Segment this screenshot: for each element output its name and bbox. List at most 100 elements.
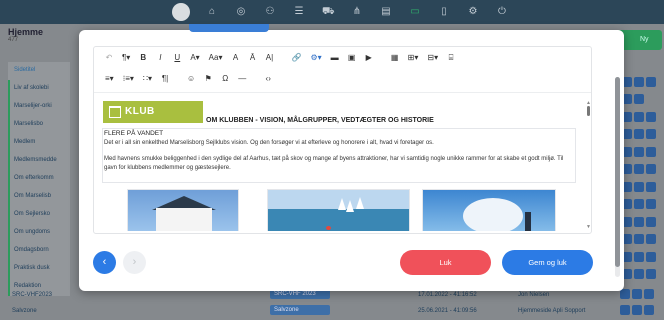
paragraph-format-dropdown[interactable]: ¶▾ [119, 51, 133, 65]
people-icon[interactable]: ⚇ [264, 6, 276, 18]
monitor-icon[interactable]: ▭ [409, 6, 421, 18]
undo-icon[interactable]: ↶ [102, 51, 116, 65]
copy-icon[interactable] [634, 164, 644, 175]
delete-icon[interactable] [644, 289, 654, 299]
copy-icon[interactable] [634, 76, 644, 87]
copy-icon[interactable] [634, 251, 644, 262]
chart-icon[interactable]: ▤ [380, 6, 392, 18]
modal-scrollbar[interactable] [615, 77, 620, 277]
delete-icon[interactable] [646, 146, 656, 157]
power-icon[interactable]: ⏻ [496, 6, 508, 18]
sitemap-icon[interactable]: ⋔ [351, 6, 363, 18]
list-item[interactable]: Liv af skolebi [8, 80, 70, 98]
delete-icon[interactable] [646, 269, 656, 280]
previous-button[interactable]: ‹ [93, 251, 116, 274]
unordered-list-dropdown[interactable]: ∷▾ [140, 72, 155, 86]
list-item[interactable]: Om Sejlersko [8, 206, 70, 224]
copy-icon[interactable] [634, 181, 644, 192]
strikethrough-icon[interactable]: Ā [245, 51, 259, 65]
list-icon[interactable]: ☰ [293, 6, 305, 18]
copy-icon[interactable] [634, 111, 644, 122]
close-button[interactable]: Luk [400, 250, 491, 275]
paragraph-icon[interactable]: ¶| [158, 72, 172, 86]
table-icon[interactable]: ▦ [388, 51, 402, 65]
editor-scrollbar-thumb[interactable] [587, 106, 590, 116]
list-item[interactable]: Omdagsborn [8, 242, 70, 260]
list-item[interactable]: Om Marselisb [8, 188, 70, 206]
delete-icon[interactable] [646, 216, 656, 227]
underline-button[interactable]: U [170, 51, 184, 65]
section-heading: FLERE PÅ VANDET [104, 130, 164, 137]
list-item[interactable]: Marselijer-orki [8, 98, 70, 116]
top-navigation-bar: ⌂ ◎ ⚇ ☰ ⛟ ⋔ ▤ ▭ ▯ ⚙ ⏻ [0, 0, 664, 24]
delete-icon[interactable] [646, 76, 656, 87]
editor-toolbar: ↶ ¶▾ B I U A▾ Aa▾ A Ā A| 🔗 ⚙▾ ▬ ▣ ▶ ▦ ⊞▾… [94, 47, 591, 93]
copy-icon[interactable] [632, 305, 642, 315]
home-icon[interactable]: ⌂ [206, 6, 218, 18]
flag-icon[interactable]: ⚑ [201, 72, 215, 86]
table-row[interactable]: Salvzone Salvzone 25.06.2021 - 41:09:56 … [8, 304, 662, 318]
font-size-dropdown[interactable]: Aa▾ [206, 51, 226, 65]
editor-content-area[interactable]: KLUB OM KLUBBEN - VISION, MÅLGRUPPER, VE… [102, 97, 583, 231]
copy-icon[interactable] [634, 129, 644, 140]
copy-icon[interactable] [634, 199, 644, 210]
edit-icon[interactable] [620, 289, 630, 299]
settings-icon[interactable]: ⚙ [467, 6, 479, 18]
folder-icon[interactable]: ▬ [328, 51, 342, 65]
edit-icon[interactable] [620, 305, 630, 315]
club-house-icon [109, 106, 121, 118]
list-item[interactable]: Praktisk dusk [8, 260, 70, 278]
copy-icon[interactable] [632, 289, 642, 299]
copy-icon[interactable] [634, 94, 644, 105]
emoji-icon[interactable]: ☺ [184, 72, 198, 86]
delete-icon[interactable] [646, 164, 656, 175]
delete-icon[interactable] [646, 199, 656, 210]
modal-scrollbar-thumb[interactable] [615, 77, 620, 267]
delete-icon[interactable] [646, 111, 656, 122]
delete-icon[interactable] [646, 181, 656, 192]
delete-icon[interactable] [646, 129, 656, 140]
copy-icon[interactable] [634, 146, 644, 157]
copy-icon[interactable] [634, 216, 644, 227]
document-icon[interactable]: ▯ [438, 6, 450, 18]
copy-icon[interactable] [634, 234, 644, 245]
video-icon[interactable]: ▶ [362, 51, 376, 65]
editor-scrollbar[interactable]: ▲ ▼ [586, 100, 591, 230]
delete-icon[interactable] [644, 305, 654, 315]
insert-row-dropdown[interactable]: ⊞▾ [405, 51, 422, 65]
list-item[interactable]: Marselisbo [8, 116, 70, 134]
insert-column-dropdown[interactable]: ⊟▾ [424, 51, 441, 65]
row-action-group [622, 91, 662, 109]
list-item[interactable]: Om efterkomm [8, 170, 70, 188]
delete-icon[interactable] [646, 251, 656, 262]
next-button[interactable]: › [123, 251, 146, 274]
list-item[interactable]: Medlemsmedde [8, 152, 70, 170]
scroll-down-icon[interactable]: ▼ [586, 224, 591, 230]
table-properties-icon[interactable]: ⌸ [444, 51, 458, 65]
rich-text-editor: ↶ ¶▾ B I U A▾ Aa▾ A Ā A| 🔗 ⚙▾ ▬ ▣ ▶ ▦ ⊞▾… [93, 46, 592, 234]
font-color-dropdown[interactable]: A▾ [187, 51, 202, 65]
horizontal-line-icon[interactable]: — [235, 72, 249, 86]
list-item[interactable]: Medlem [8, 134, 70, 152]
code-view-icon[interactable]: ‹› [261, 72, 275, 86]
image-icon[interactable]: ▣ [345, 51, 359, 65]
app-logo-icon[interactable] [172, 3, 190, 21]
copy-icon[interactable] [634, 269, 644, 280]
font-icon[interactable]: A [228, 51, 242, 65]
ordered-list-dropdown[interactable]: ⁝≡▾ [120, 72, 137, 86]
row-date: 17.01.2022 - 41:16:52 [418, 292, 477, 298]
link-icon[interactable]: 🔗 [288, 51, 304, 65]
bold-button[interactable]: B [136, 51, 150, 65]
special-character-icon[interactable]: Ω [218, 72, 232, 86]
save-and-close-button[interactable]: Gem og luk [502, 250, 593, 275]
row-badge[interactable]: Salvzone [270, 305, 330, 315]
clear-format-icon[interactable]: A| [262, 51, 276, 65]
row-action-group [622, 248, 662, 266]
italic-button[interactable]: I [153, 51, 167, 65]
special-link-dropdown[interactable]: ⚙▾ [307, 51, 324, 65]
list-item[interactable]: Om ungdoms [8, 224, 70, 242]
delete-icon[interactable] [646, 234, 656, 245]
cart-icon[interactable]: ⛟ [322, 6, 335, 18]
camera-icon[interactable]: ◎ [235, 6, 247, 18]
align-dropdown[interactable]: ≡▾ [102, 72, 117, 86]
